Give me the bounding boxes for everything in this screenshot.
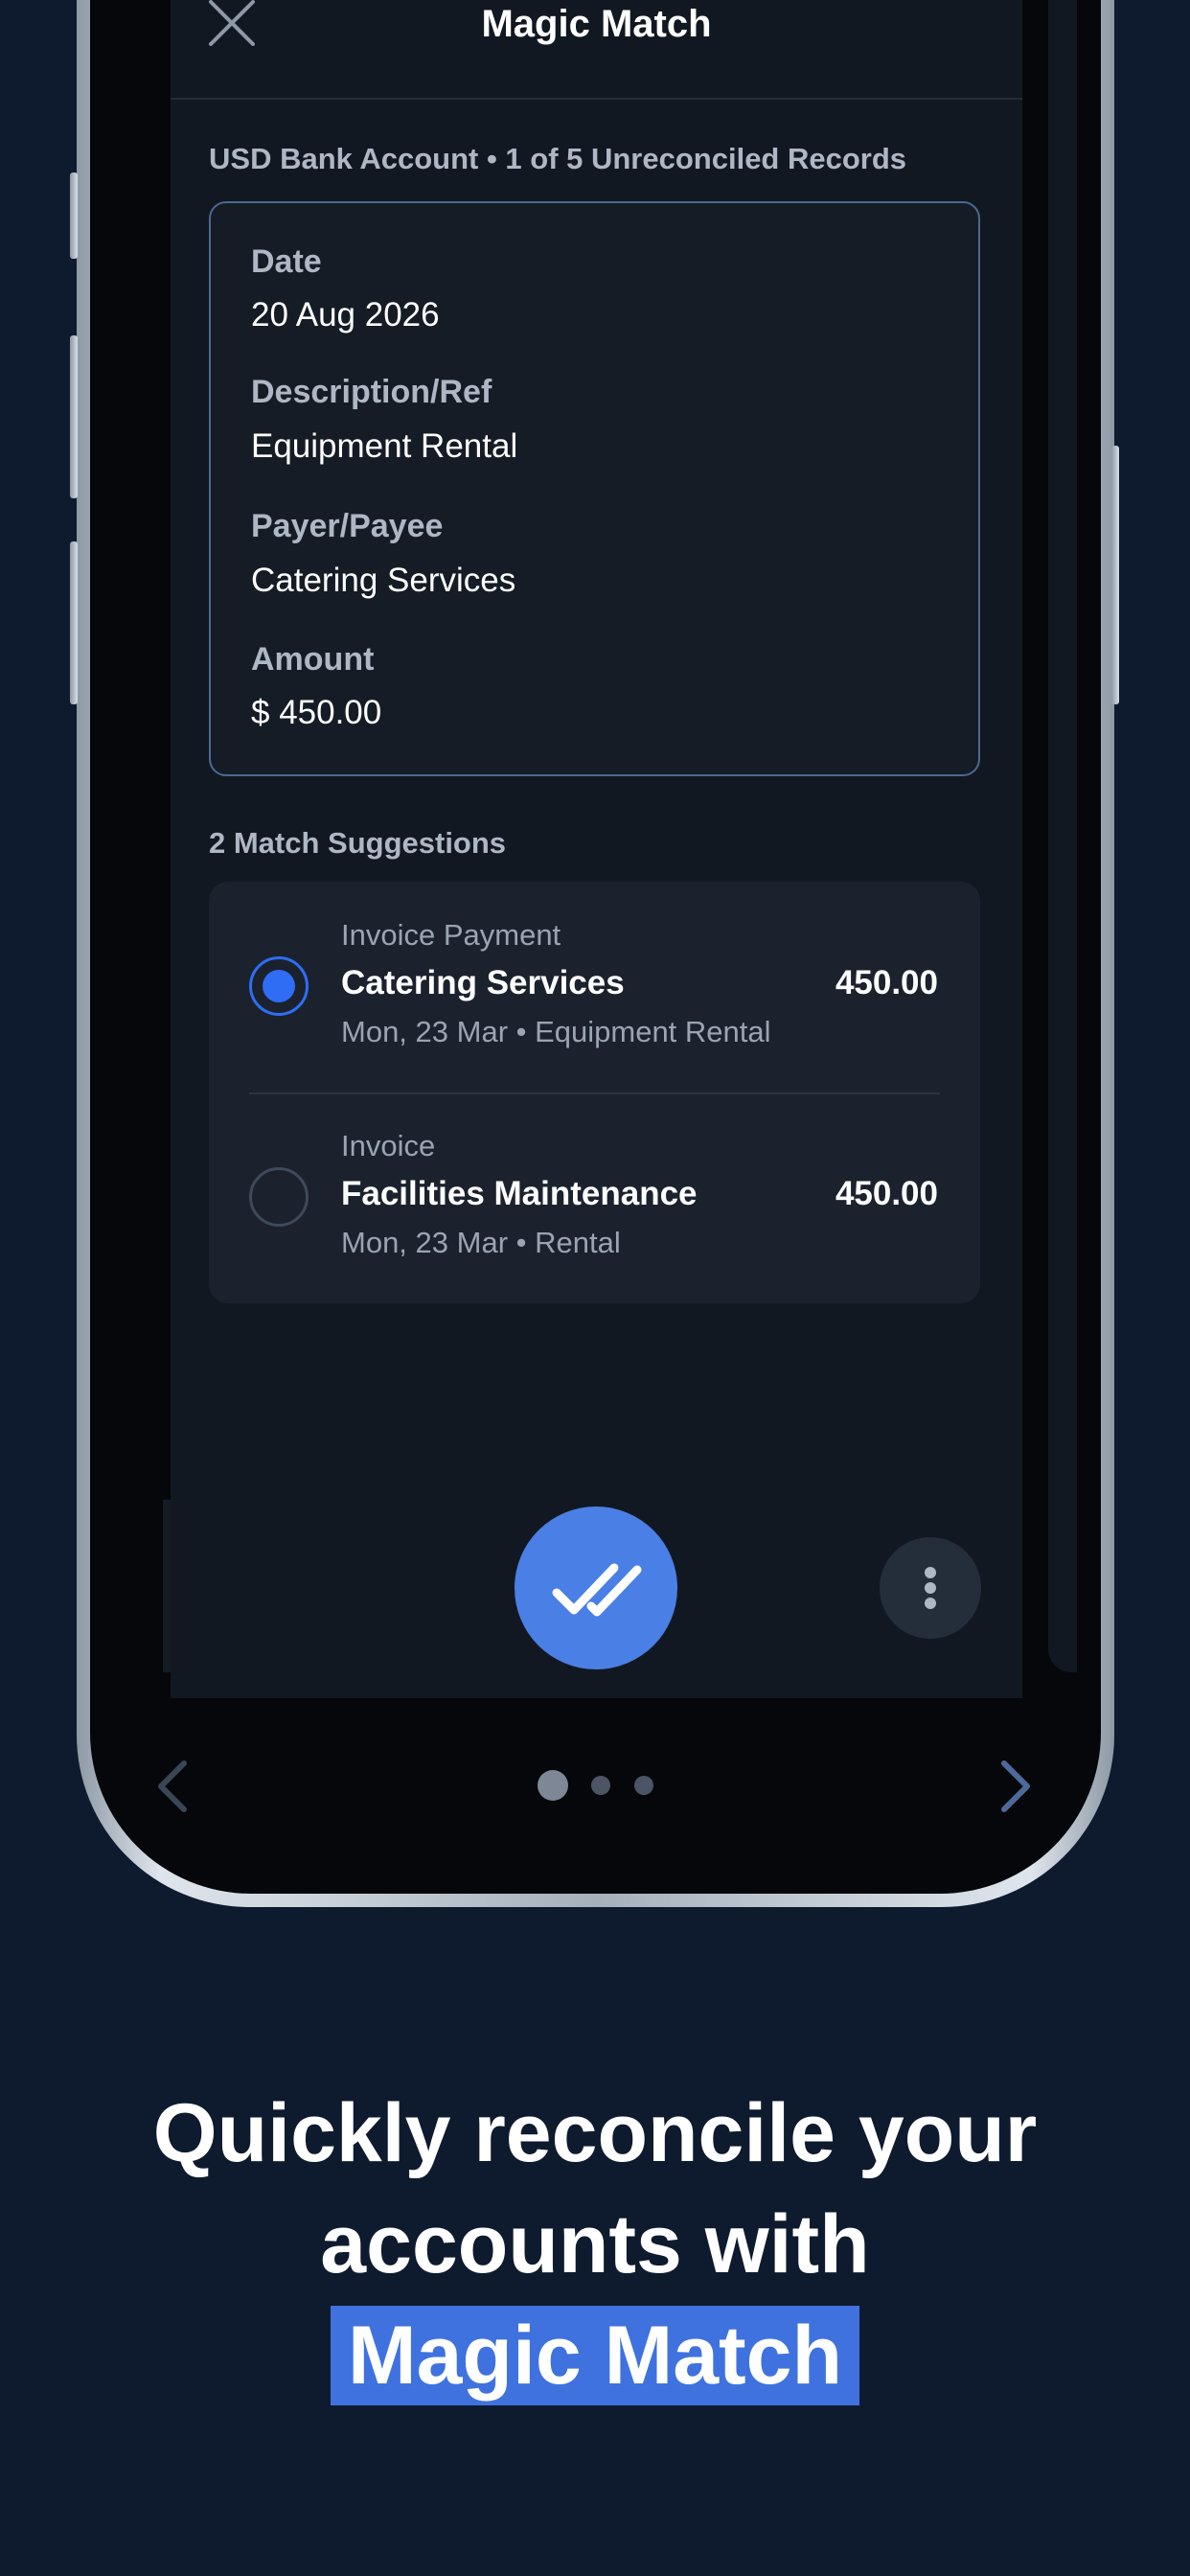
- headline-highlight: Magic Match: [347, 2310, 843, 2402]
- next-screen-peek: [1048, 0, 1077, 1672]
- phone-side-button: [70, 541, 78, 704]
- amount-value: $ 450.00: [251, 694, 382, 731]
- phone-side-button: [70, 335, 78, 498]
- match-suggestions-title: 2 Match Suggestions: [209, 826, 507, 860]
- more-vertical-icon: [925, 1567, 936, 1609]
- suggestion-name: Facilities Maintenance: [341, 1175, 698, 1212]
- date-label: Date: [251, 243, 322, 280]
- unselected-radio[interactable]: [249, 1167, 309, 1227]
- description-value: Equipment Rental: [251, 427, 518, 465]
- suggestion-amount: 450.00: [835, 1175, 938, 1212]
- app-screen: Magic Match USD Bank Account • 1 of 5 Un…: [171, 0, 1022, 1698]
- chevron-left-icon[interactable]: [144, 1758, 201, 1815]
- description-label: Description/Ref: [251, 374, 492, 410]
- suggestion-meta: Mon, 23 Mar • Equipment Rental: [341, 1015, 771, 1048]
- headline-line-1: Quickly reconcile your: [152, 2087, 1038, 2179]
- match-suggestion-item[interactable]: Invoice Facilities Maintenance 450.00 Mo…: [209, 1092, 980, 1303]
- match-suggestion-item[interactable]: Invoice Payment Catering Services 450.00…: [209, 882, 980, 1094]
- unreconciled-record-card: Date 20 Aug 2026 Description/Ref Equipme…: [209, 201, 980, 776]
- page-indicator-dot[interactable]: [591, 1776, 610, 1795]
- more-options-button[interactable]: [880, 1537, 981, 1639]
- suggestion-meta: Mon, 23 Mar • Rental: [341, 1226, 621, 1259]
- selected-radio[interactable]: [249, 956, 309, 1016]
- amount-label: Amount: [251, 641, 375, 678]
- payer-payee-label: Payer/Payee: [251, 508, 444, 544]
- chevron-right-icon[interactable]: [987, 1758, 1044, 1815]
- phone-side-button: [1111, 446, 1119, 704]
- confirm-match-button[interactable]: [515, 1506, 677, 1669]
- date-value: 20 Aug 2026: [251, 296, 440, 334]
- double-check-icon: [552, 1563, 642, 1617]
- suggestion-type: Invoice: [341, 1129, 436, 1162]
- account-summary: USD Bank Account • 1 of 5 Unreconciled R…: [209, 142, 907, 175]
- suggestion-type: Invoice Payment: [341, 918, 561, 952]
- page-indicator-dot[interactable]: [634, 1776, 653, 1795]
- match-suggestions-list: Invoice Payment Catering Services 450.00…: [209, 882, 980, 1303]
- headline-line-2: accounts with: [320, 2198, 870, 2290]
- modal-header: Magic Match: [171, 0, 1022, 100]
- phone-side-button: [70, 172, 78, 259]
- suggestion-name: Catering Services: [341, 964, 625, 1001]
- payer-payee-value: Catering Services: [251, 562, 516, 599]
- page-indicator-dot-active[interactable]: [538, 1770, 568, 1801]
- page-title: Magic Match: [481, 3, 712, 45]
- suggestion-amount: 450.00: [835, 964, 938, 1001]
- previous-screen-peek: [163, 1500, 171, 1672]
